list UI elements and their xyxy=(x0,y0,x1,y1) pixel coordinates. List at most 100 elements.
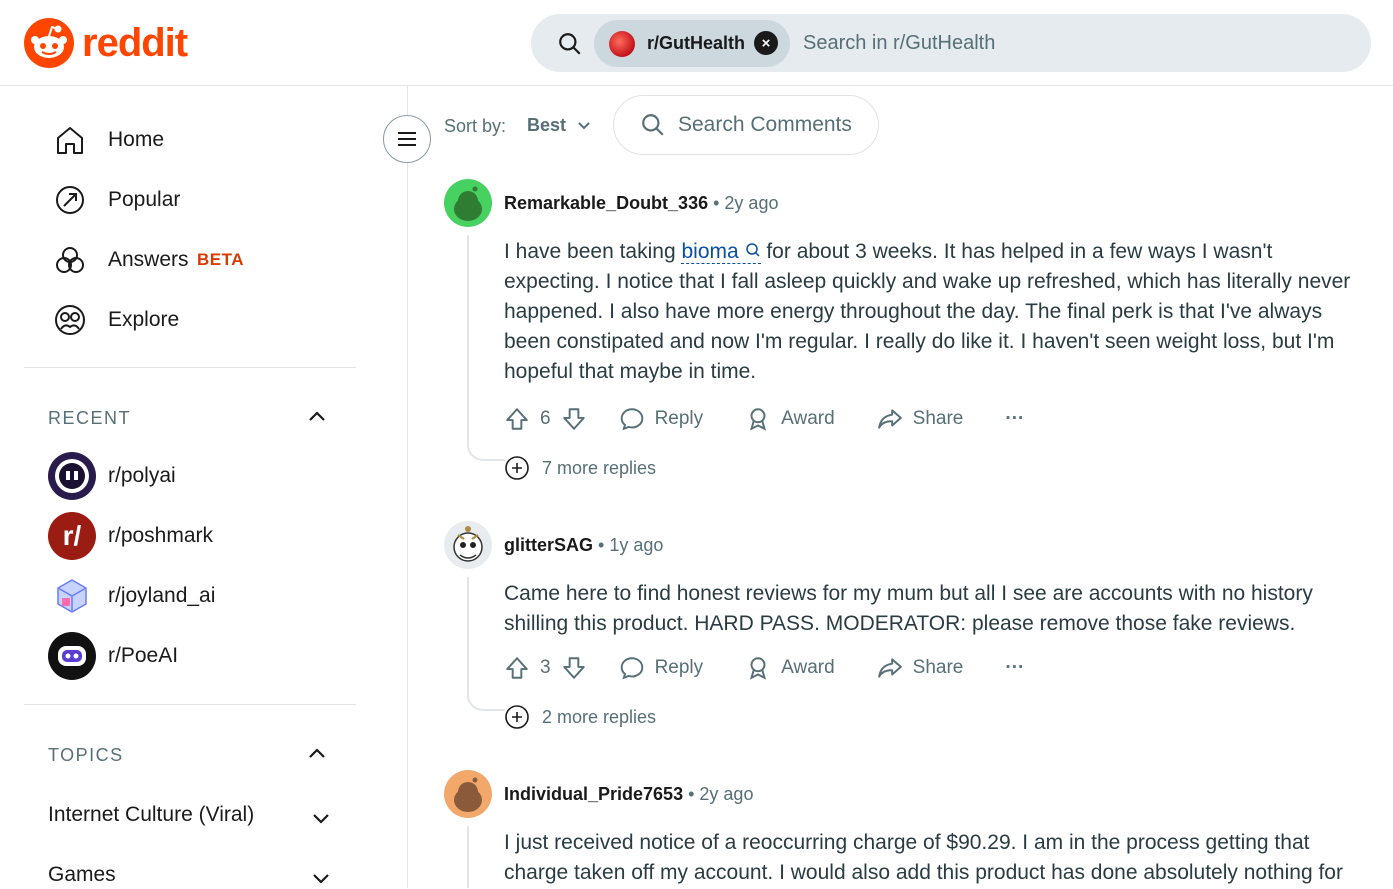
body-text: I have been taking xyxy=(504,240,682,263)
more-options-icon[interactable]: ··· xyxy=(1005,408,1024,430)
comment-body: Came here to find honest reviews for my … xyxy=(504,582,1313,635)
share-label: Share xyxy=(912,657,964,678)
sidebar-item-label: r/PoeAI xyxy=(108,644,179,667)
comment: glitterSAG • 1y ago Came here to find ho… xyxy=(444,521,1364,736)
comment-icon xyxy=(620,408,643,431)
share-button[interactable]: Share xyxy=(877,406,963,432)
sidebar-item-popular[interactable]: Popular xyxy=(52,178,352,222)
comment-meta: glitterSAG • 1y ago xyxy=(504,535,663,556)
thread-line[interactable] xyxy=(467,577,469,697)
recent-title: RECENT xyxy=(48,408,132,428)
thread-line[interactable] xyxy=(467,826,469,888)
reddit-logo[interactable]: reddit xyxy=(24,18,188,68)
vote-count: 3 xyxy=(540,657,551,678)
search-comments-placeholder: Search Comments xyxy=(678,113,852,136)
sort-label: Sort by: xyxy=(444,116,507,136)
comment-actions: 3 Reply Award Share ··· xyxy=(504,652,1024,684)
award-button[interactable]: Award xyxy=(745,406,835,432)
hamburger-icon xyxy=(398,132,416,146)
chevron-down-icon xyxy=(313,874,329,884)
award-icon xyxy=(750,408,767,431)
separator-dot: • xyxy=(598,535,610,555)
more-replies-label: 7 more replies xyxy=(542,457,657,478)
polyai-avatar xyxy=(48,452,96,500)
avatar[interactable] xyxy=(444,179,492,227)
explore-icon xyxy=(55,305,85,335)
avatar[interactable] xyxy=(444,521,492,569)
comment-time: 2y ago xyxy=(724,193,779,213)
joyland-avatar xyxy=(48,572,96,620)
comment-body: I have been taking bioma for about 3 wee… xyxy=(504,237,1354,387)
sidebar-item-poshmark[interactable]: r/ r/poshmark xyxy=(48,512,213,560)
chip-label: r/GutHealth xyxy=(647,33,746,53)
thread-curve xyxy=(467,691,505,711)
search-icon xyxy=(642,114,664,136)
upvote-icon[interactable] xyxy=(504,655,530,681)
comment-meta: Individual_Pride7653 • 2y ago xyxy=(504,784,753,805)
share-icon xyxy=(877,658,902,678)
topic-label: Games xyxy=(48,863,116,886)
chevron-down-icon xyxy=(313,814,329,824)
more-replies-label: 2 more replies xyxy=(542,706,657,727)
subreddit-search-chip[interactable]: r/GutHealth × xyxy=(594,20,790,67)
sort-value: Best xyxy=(527,115,567,135)
sidebar-topic-internet-culture[interactable]: Internet Culture (Viral) xyxy=(48,803,332,827)
vote-count: 6 xyxy=(540,408,551,429)
snoo-icon xyxy=(24,18,74,68)
divider xyxy=(24,367,356,368)
comment-author[interactable]: glitterSAG xyxy=(504,535,593,555)
search-icon xyxy=(745,243,760,257)
sidebar-item-answers[interactable]: Answers BETA xyxy=(52,238,352,282)
answers-icon xyxy=(56,247,84,273)
comment-author[interactable]: Remarkable_Doubt_336 xyxy=(504,193,708,213)
chevron-up-icon[interactable] xyxy=(306,742,328,764)
comment-author[interactable]: Individual_Pride7653 xyxy=(504,784,683,804)
search-comments-input[interactable]: Search Comments xyxy=(613,95,879,155)
more-replies-button[interactable]: 2 more replies xyxy=(504,704,656,730)
award-label: Award xyxy=(781,408,835,429)
reply-button[interactable]: Reply xyxy=(619,655,703,681)
downvote-icon[interactable] xyxy=(561,406,587,432)
award-button[interactable]: Award xyxy=(745,655,835,681)
search-input[interactable]: Search in r/GutHealth xyxy=(803,32,995,55)
sidebar-item-label: Answers xyxy=(108,248,189,271)
comment: Remarkable_Doubt_336 • 2y ago I have bee… xyxy=(444,179,1364,481)
plus-circle-icon xyxy=(505,456,529,480)
topic-label: Internet Culture (Viral) xyxy=(48,803,255,826)
separator-dot: • xyxy=(688,784,700,804)
sidebar-item-home[interactable]: Home xyxy=(52,118,352,162)
thread-curve xyxy=(467,441,505,461)
plus-circle-icon xyxy=(505,705,529,729)
avatar[interactable] xyxy=(444,770,492,818)
sidebar-item-poeai[interactable]: r/PoeAI xyxy=(48,632,178,680)
comment: Individual_Pride7653 • 2y ago I just rec… xyxy=(444,770,1364,888)
chevron-down-icon xyxy=(578,121,590,129)
downvote-icon[interactable] xyxy=(561,655,587,681)
menu-toggle-button[interactable] xyxy=(383,115,431,163)
comment-actions: 6 Reply Award Share ··· xyxy=(504,403,1024,435)
topics-title: TOPICS xyxy=(48,745,124,765)
thread-line[interactable] xyxy=(467,235,469,441)
sidebar-item-label: Explore xyxy=(108,308,180,331)
sort-dropdown[interactable]: Best xyxy=(527,115,592,136)
sidebar-topic-games[interactable]: Games xyxy=(48,863,332,887)
comment-meta: Remarkable_Doubt_336 • 2y ago xyxy=(504,193,778,214)
more-replies-button[interactable]: 7 more replies xyxy=(504,455,656,481)
more-options-icon[interactable]: ··· xyxy=(1005,657,1024,679)
chevron-up-icon[interactable] xyxy=(306,405,328,427)
sidebar-item-label: Popular xyxy=(108,188,181,211)
poeai-avatar xyxy=(48,632,96,680)
reply-button[interactable]: Reply xyxy=(619,406,703,432)
share-button[interactable]: Share xyxy=(877,655,964,681)
home-icon xyxy=(57,127,83,154)
upvote-icon[interactable] xyxy=(504,406,530,432)
sidebar-item-polyai[interactable]: r/polyai xyxy=(48,452,176,500)
left-sidebar: Home Popular Answers BETA Explore RECENT xyxy=(0,86,408,888)
sidebar-item-joyland-ai[interactable]: r/joyland_ai xyxy=(48,572,215,620)
sidebar-item-label: r/poshmark xyxy=(108,524,214,547)
sidebar-item-explore[interactable]: Explore xyxy=(52,298,352,342)
search-link[interactable]: bioma xyxy=(681,240,761,264)
close-icon[interactable]: × xyxy=(754,31,778,55)
award-label: Award xyxy=(781,657,835,678)
award-icon xyxy=(750,657,767,680)
